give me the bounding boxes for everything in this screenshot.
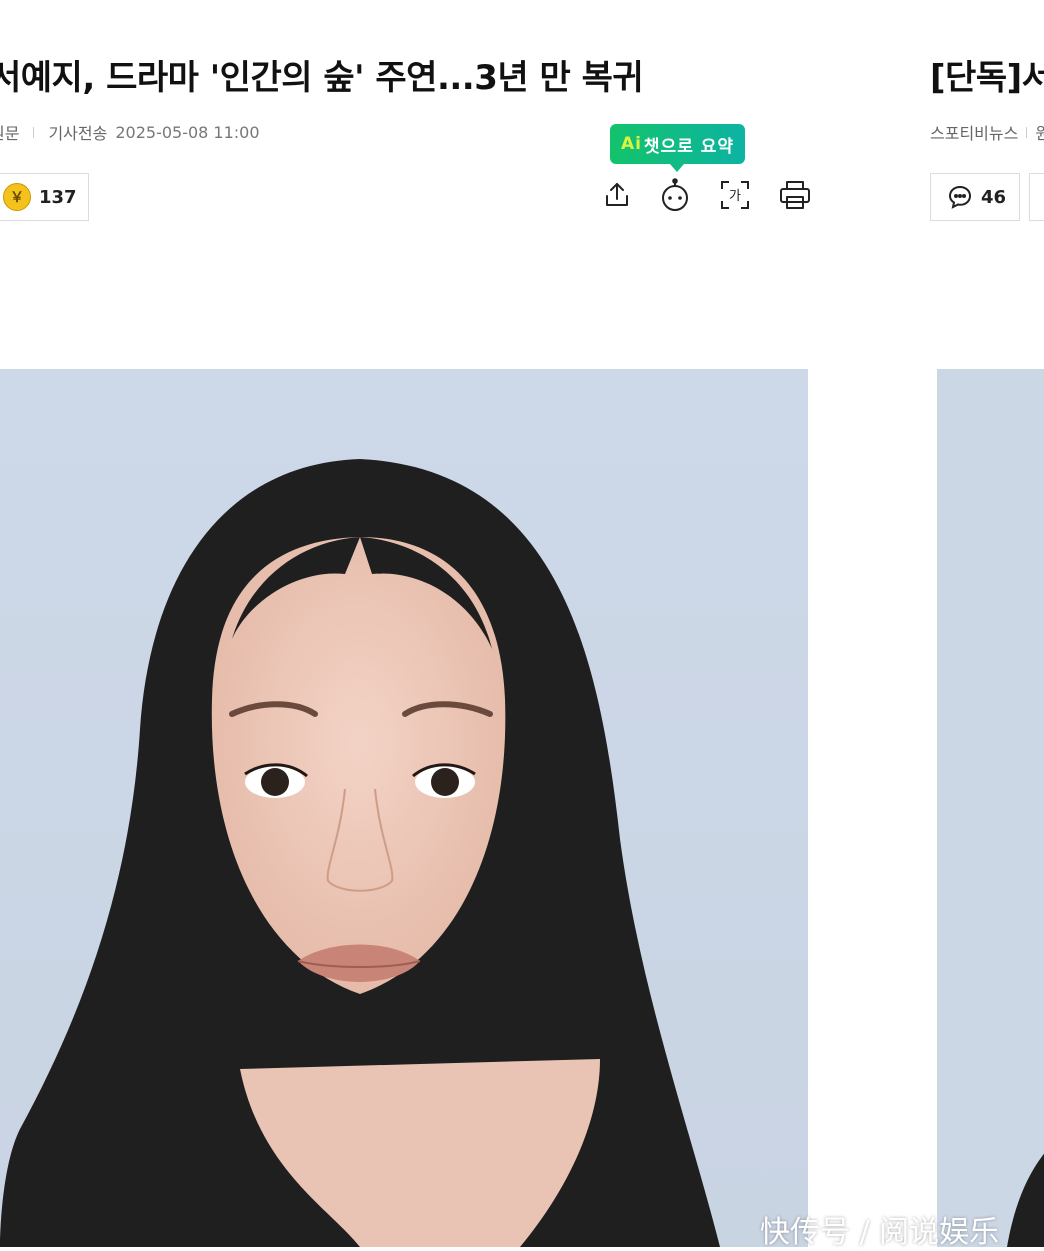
watermark: 快传号 / 阅说娱乐 [760,1215,1000,1250]
portrait-image [937,369,1044,1247]
article-title[interactable]: 서예지, 드라마 '인간의 숲' 주연...3년 만 복귀 [0,50,644,99]
ai-chat-icon [662,178,688,211]
ai-chat-button[interactable] [655,175,695,215]
meta-divider [1026,126,1028,138]
share-button[interactable] [597,175,637,215]
article-photo [937,369,1044,1247]
comment-button[interactable]: 46 [930,173,1020,221]
ai-summary-tooltip[interactable]: Ai 챗으로 요약 [610,124,745,172]
next-button-edge[interactable] [1029,173,1044,221]
text-size-icon: 가 [721,181,749,209]
source-link[interactable]: 스포티비뉴스 [930,120,1018,144]
share-icon [606,183,628,206]
money-face-icon [3,183,31,211]
print-button[interactable] [775,175,815,215]
sent-label: 기사전송 [48,124,108,143]
reaction-button[interactable]: 137 [0,173,89,221]
source-link[interactable]: 원문 [0,120,19,144]
comment-count: 46 [981,186,1007,208]
meta-divider [33,126,35,138]
article-meta: 원문 기사전송 2025-05-08 11:00 [0,120,260,144]
comment-icon [948,185,972,209]
svg-text:가: 가 [729,189,741,204]
ai-label: Ai [620,134,642,154]
reaction-count: 137 [39,186,77,208]
source-extra: 원 [1035,124,1044,143]
text-size-button[interactable]: 가 [715,175,755,215]
article-title[interactable]: [단독]서 [930,50,1044,99]
article-photo [0,369,808,1247]
ai-tip-text: 챗으로 요약 [643,136,735,157]
print-icon [780,181,810,209]
portrait-image [0,369,808,1247]
article-date: 2025-05-08 11:00 [115,122,260,142]
article-meta: 스포티비뉴스 원 [930,120,1044,144]
